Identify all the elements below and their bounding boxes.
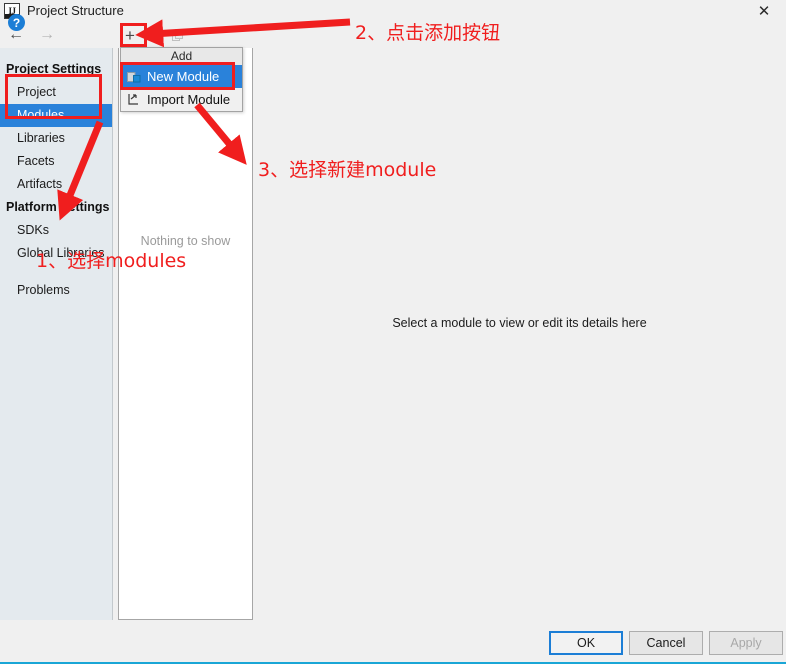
sidebar-item-project[interactable]: Project [0,81,112,104]
add-dropdown-menu: Add New Module Import Module [120,47,243,112]
copy-module-button[interactable] [166,25,190,47]
forward-arrow-icon[interactable]: → [36,25,58,45]
help-icon[interactable]: ? [8,14,25,31]
add-module-button[interactable]: + [118,25,142,47]
sidebar-item-libraries[interactable]: Libraries [0,127,112,150]
settings-sidebar: Project Settings Project Modules Librari… [0,48,113,620]
module-list-toolbar: + − [118,24,253,48]
menu-item-new-module-label: New Module [147,69,220,84]
sidebar-item-artifacts[interactable]: Artifacts [0,173,112,196]
menu-item-import-module-label: Import Module [147,92,231,107]
import-module-icon [125,92,142,108]
close-icon[interactable]: ✕ [750,0,778,22]
sidebar-item-facets[interactable]: Facets [0,150,112,173]
cancel-button[interactable]: Cancel [629,631,703,655]
remove-module-button[interactable]: − [142,25,166,47]
sidebar-item-sdks[interactable]: SDKs [0,219,112,242]
module-detail-pane: Select a module to view or edit its deta… [253,22,786,620]
apply-button[interactable]: Apply [709,631,783,655]
sidebar-item-global-libraries[interactable]: Global Libraries [0,242,112,265]
menu-item-new-module[interactable]: New Module [121,65,242,88]
window-title: Project Structure [27,3,124,18]
module-detail-message: Select a module to view or edit its deta… [392,316,647,330]
module-list-empty-text: Nothing to show [140,234,231,248]
title-bar: IJ Project Structure ✕ [0,0,786,22]
module-list-panel[interactable]: Nothing to show [118,48,253,620]
menu-item-import-module[interactable]: Import Module [121,88,242,111]
sidebar-group-project-settings: Project Settings [6,62,102,76]
ok-button[interactable]: OK [549,631,623,655]
sidebar-group-platform-settings: Platform Settings [6,200,110,214]
menu-header-add: Add [121,48,242,65]
sidebar-item-problems[interactable]: Problems [0,279,112,302]
module-icon [125,69,142,85]
sidebar-item-modules[interactable]: Modules [0,104,112,127]
project-structure-dialog: IJ Project Structure ✕ ← → Project Setti… [0,0,786,664]
